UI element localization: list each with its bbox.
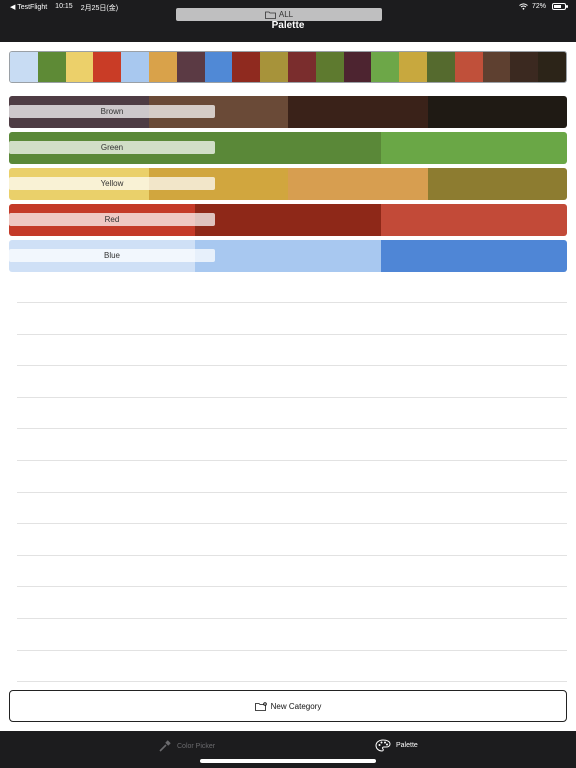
home-indicator xyxy=(200,759,376,763)
all-swatch xyxy=(148,52,177,82)
tab-palette[interactable]: Palette xyxy=(375,739,418,752)
battery-percent: 72% xyxy=(531,3,546,10)
all-swatch xyxy=(121,52,149,82)
list-separator xyxy=(17,681,567,683)
category-label: Yellow xyxy=(9,177,215,190)
list-separator xyxy=(17,554,567,556)
category-label: Blue xyxy=(9,249,215,262)
tab-color-picker-label: Color Picker xyxy=(177,742,216,750)
category-color-segment xyxy=(195,132,381,164)
category-color-segment xyxy=(427,96,567,128)
category-color-segment xyxy=(381,132,567,164)
list-separator xyxy=(17,618,567,619)
category-label: Green xyxy=(9,141,215,154)
empty-list-area xyxy=(17,270,567,683)
list-separator xyxy=(17,365,567,367)
all-label-text: ALL xyxy=(278,10,294,19)
all-swatch xyxy=(538,52,566,82)
category-color-segment xyxy=(288,96,428,128)
all-swatch xyxy=(93,52,122,82)
category-color-segment xyxy=(195,204,381,236)
wifi-icon xyxy=(519,3,528,10)
all-palette-strip[interactable] xyxy=(9,51,567,83)
list-separator xyxy=(17,491,567,493)
all-swatch xyxy=(204,52,233,82)
tab-palette-label: Palette xyxy=(396,742,418,749)
top-bar: ◀ TestFlight 10:15 2月25日(金) 72% Palette xyxy=(0,0,576,42)
tab-color-picker[interactable]: Color Picker xyxy=(158,739,215,753)
category-color-segment xyxy=(427,168,567,200)
category-color-segment xyxy=(381,240,567,272)
list-separator xyxy=(17,302,567,303)
list-separator xyxy=(17,396,567,398)
page-title: Palette xyxy=(271,20,305,31)
all-swatch xyxy=(315,52,344,82)
all-swatch xyxy=(399,52,427,82)
folder-plus-icon xyxy=(254,701,267,711)
all-swatch xyxy=(371,52,400,82)
status-date: 2月25日(金) xyxy=(80,5,119,12)
all-swatch xyxy=(343,52,372,82)
app-root: ◀ TestFlight 10:15 2月25日(金) 72% Palette … xyxy=(0,0,576,768)
all-swatch xyxy=(287,52,316,82)
new-category-label: New Category xyxy=(270,701,322,711)
category-color-segment xyxy=(381,204,567,236)
status-time: 10:15 xyxy=(55,3,73,10)
all-swatch xyxy=(482,52,511,82)
all-swatch xyxy=(37,52,66,82)
list-separator xyxy=(17,460,567,461)
folder-icon xyxy=(264,11,276,19)
all-swatch xyxy=(426,52,455,82)
new-category-button[interactable]: New Category xyxy=(9,690,567,722)
list-separator xyxy=(17,523,567,525)
all-swatch xyxy=(176,52,205,82)
back-to-app-link[interactable]: ◀ TestFlight xyxy=(10,3,47,13)
all-swatch xyxy=(65,52,94,82)
category-color-segment xyxy=(195,240,381,272)
list-separator xyxy=(17,333,567,335)
all-swatch xyxy=(454,52,483,82)
category-label: Red xyxy=(9,213,215,226)
category-color-segment xyxy=(288,168,428,200)
all-swatch xyxy=(10,52,38,82)
palette-icon xyxy=(375,739,391,752)
all-swatch xyxy=(260,52,288,82)
list-separator xyxy=(17,428,567,430)
all-swatch xyxy=(510,52,539,82)
all-palette-label[interactable]: ALL xyxy=(176,8,382,21)
battery-icon xyxy=(552,3,568,10)
list-separator xyxy=(17,586,567,588)
all-swatch xyxy=(232,52,261,82)
list-separator xyxy=(17,649,567,651)
eyedropper-icon xyxy=(159,740,171,752)
category-label: Brown xyxy=(9,105,215,118)
